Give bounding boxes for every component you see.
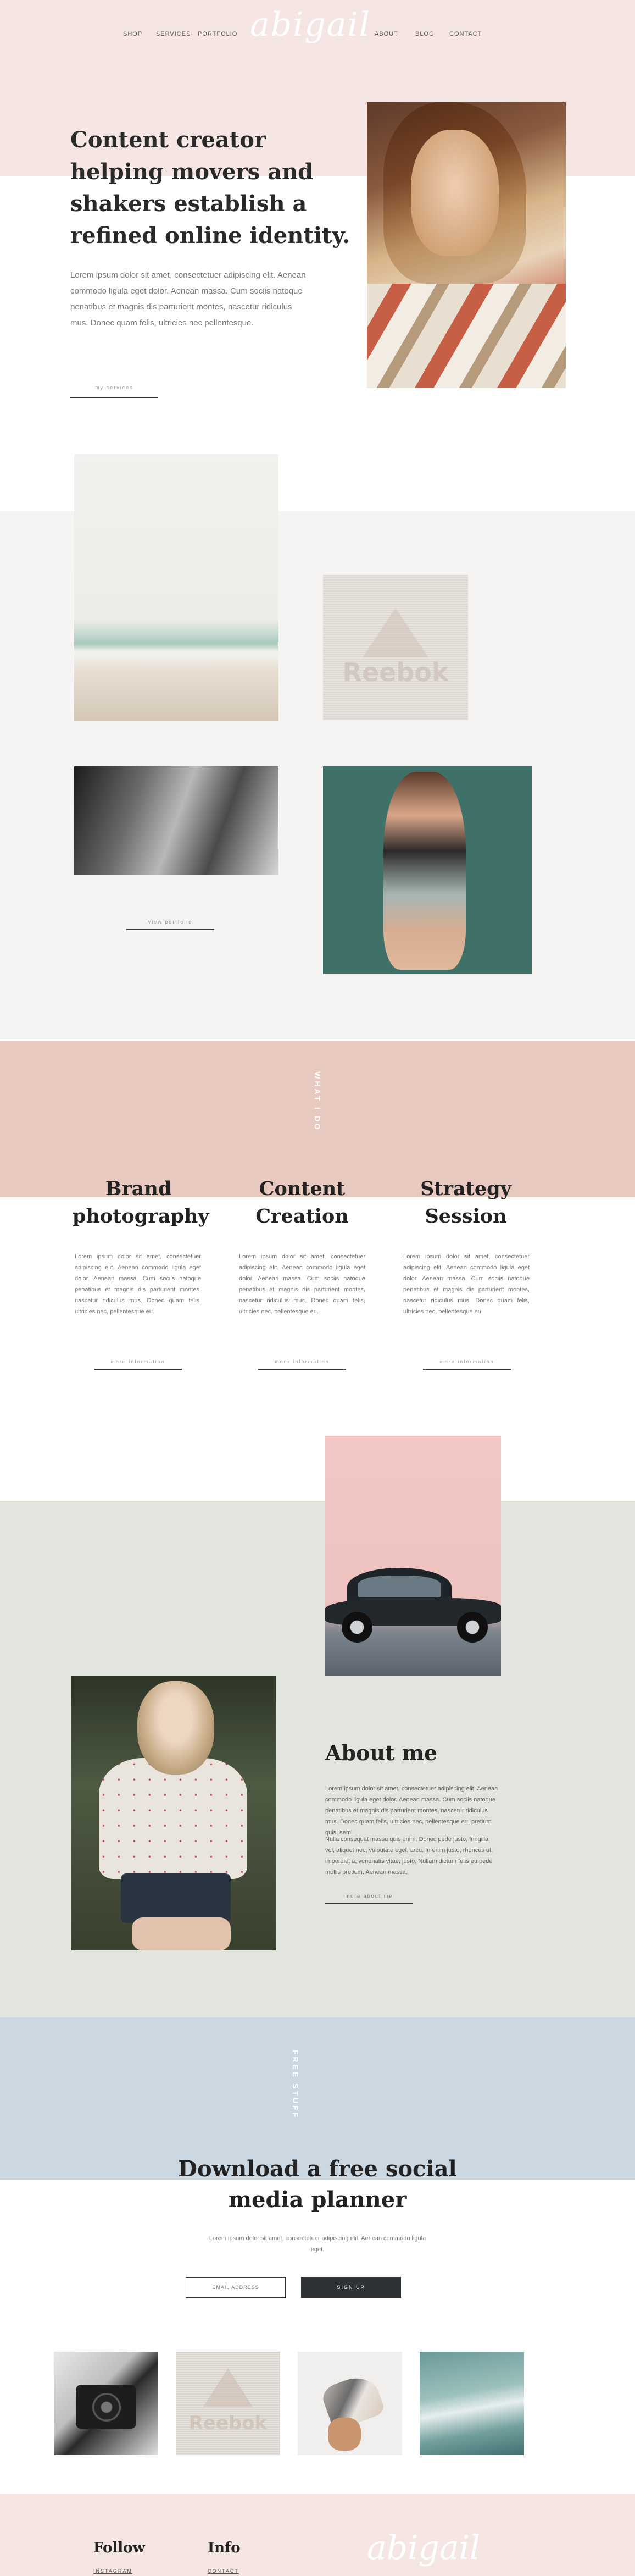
hero-title: Content creator helping movers and shake… xyxy=(70,127,350,248)
more-about-me-button[interactable]: more about me xyxy=(325,1888,413,1904)
about-title: About me xyxy=(325,1740,438,1765)
hero-photo-woman xyxy=(367,102,566,388)
nav-link-portfolio[interactable]: PORTFOLIO xyxy=(198,31,237,37)
nav-link-blog[interactable]: BLOG xyxy=(415,31,435,37)
service-body-content-creation: Lorem ipsum dolor sit amet, consectetuer… xyxy=(239,1253,365,1315)
nav-link-shop[interactable]: SHOP xyxy=(123,31,142,37)
footer-contact-link[interactable]: CONTACT xyxy=(208,2568,239,2574)
service-title-content-creation: Content Creation xyxy=(255,1178,349,1228)
free-stuff-label: FREE STUFF xyxy=(291,2049,300,2120)
service-title-strategy-session: Strategy Session xyxy=(420,1178,511,1228)
instagram-photo-sneaker[interactable] xyxy=(298,2352,402,2455)
nav-link-about[interactable]: ABOUT xyxy=(375,31,398,37)
sign-up-button[interactable]: SIGN UP xyxy=(301,2277,401,2298)
what-i-do-label: WHAT I DO xyxy=(313,1071,322,1132)
about-photo-car xyxy=(325,1436,501,1676)
download-body: Lorem ipsum dolor sit amet, consectetuer… xyxy=(209,2235,426,2253)
hero-body: Lorem ipsum dolor sit amet, consectetuer… xyxy=(70,270,306,328)
download-title: Download a free social media planner xyxy=(178,2156,457,2213)
service-body-brand-photography: Lorem ipsum dolor sit amet, consectetuer… xyxy=(75,1253,201,1315)
email-field[interactable] xyxy=(186,2277,286,2298)
about-photo-woman xyxy=(71,1676,276,1950)
service-body-strategy-session: Lorem ipsum dolor sit amet, consectetuer… xyxy=(403,1253,530,1315)
nav-link-contact[interactable]: CONTACT xyxy=(449,31,482,37)
portfolio-photo-beach xyxy=(74,454,278,721)
more-information-button-strategy[interactable]: more information xyxy=(423,1353,511,1370)
portfolio-photo-reebok: Reebok xyxy=(323,575,468,720)
footer-info-heading: Info xyxy=(208,2540,241,2556)
about-body-paragraph-1: Lorem ipsum dolor sit amet, consectetuer… xyxy=(325,1785,498,1836)
footer-instagram-link[interactable]: INSTAGRAM xyxy=(93,2568,132,2574)
nav-link-services[interactable]: SERVICES xyxy=(156,31,191,37)
footer-follow-heading: Follow xyxy=(93,2540,145,2556)
footer-logo[interactable]: abigail xyxy=(367,2529,488,2567)
reebok-logo-text: Reebok xyxy=(342,657,449,687)
site-logo[interactable]: abigail xyxy=(250,5,370,55)
service-title-brand-photography: Brand photography xyxy=(73,1178,209,1228)
instagram-photo-camera[interactable] xyxy=(54,2352,158,2455)
my-services-button[interactable]: my services xyxy=(70,377,158,398)
about-body-paragraph-2: Nulla consequat massa quis enim. Donec p… xyxy=(325,1836,493,1876)
footer-background xyxy=(0,2494,635,2576)
reebok-logo-text-small: Reebok xyxy=(188,2412,268,2434)
instagram-photo-ocean[interactable] xyxy=(420,2352,524,2455)
instagram-photo-reebok[interactable]: Reebok xyxy=(176,2352,280,2455)
more-information-button-brand[interactable]: more information xyxy=(94,1353,182,1370)
portfolio-photo-girl xyxy=(323,766,532,974)
view-portfolio-button[interactable]: view portfolio xyxy=(126,914,214,930)
more-information-button-content[interactable]: more information xyxy=(258,1353,346,1370)
portfolio-photo-hair xyxy=(74,766,278,875)
